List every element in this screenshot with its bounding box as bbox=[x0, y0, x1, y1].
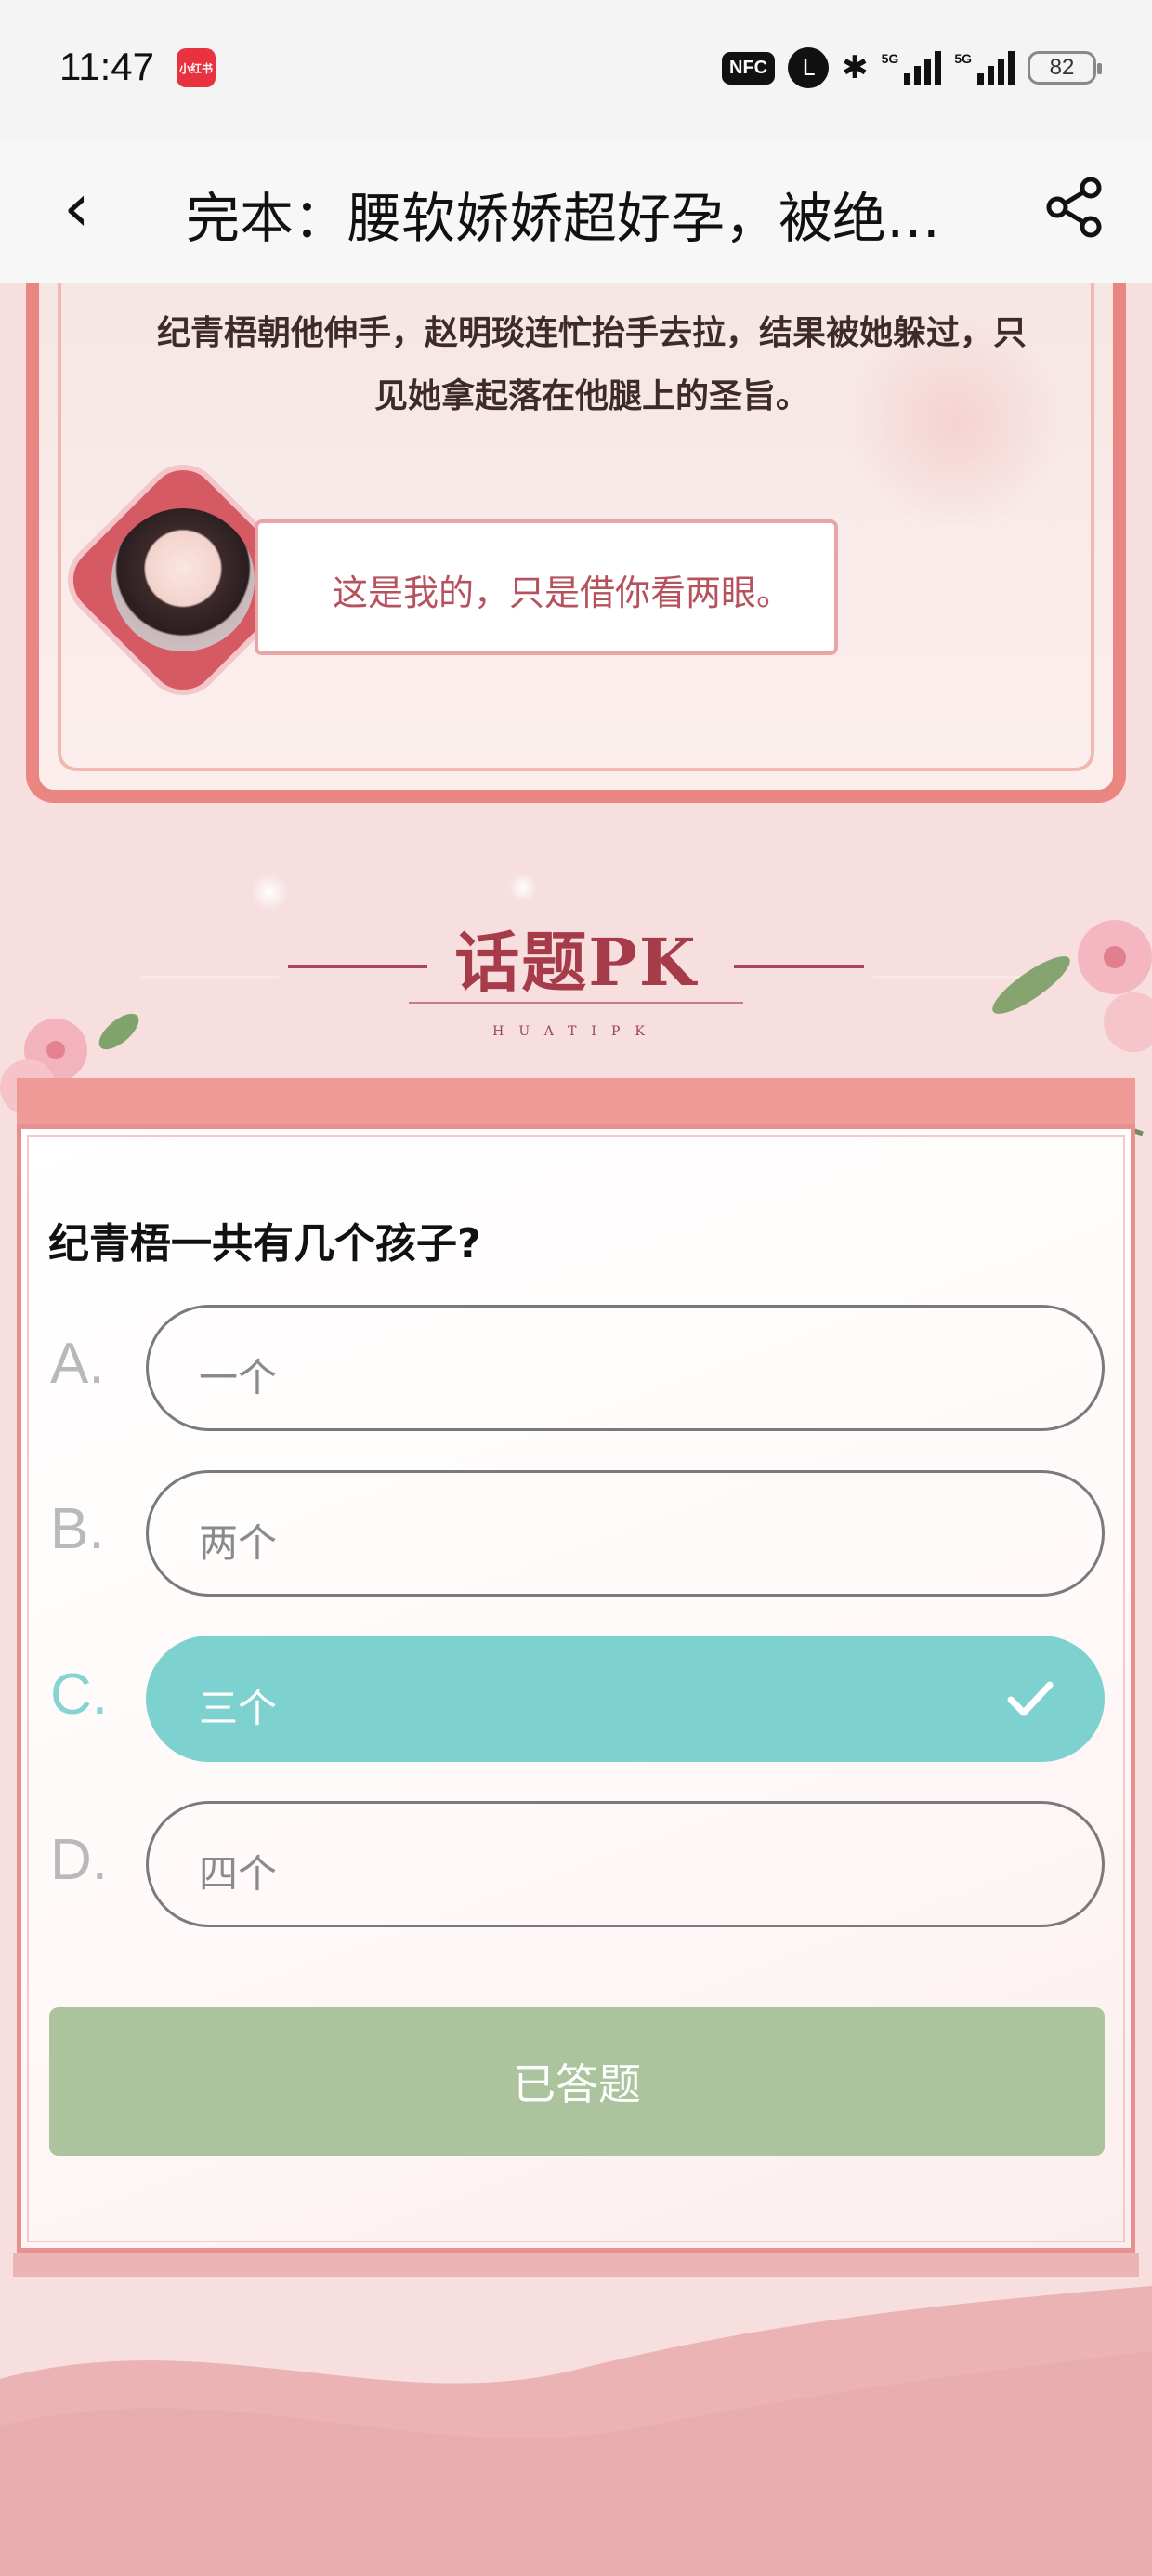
signal-icon-1: 5G bbox=[882, 51, 942, 85]
status-bar: 11:47 小红书 NFC L ✱ 5G 5G 82 bbox=[0, 0, 1152, 139]
back-icon[interactable]: ‹ bbox=[63, 165, 119, 249]
option-label: 四个 bbox=[199, 1851, 278, 1897]
share-icon[interactable] bbox=[1042, 175, 1107, 240]
bluetooth-icon: ✱ bbox=[842, 49, 869, 86]
decorative-line bbox=[409, 1002, 743, 1004]
dialogue-text: 这是我的，只是借你看两眼。 bbox=[333, 572, 792, 613]
option-d-button[interactable]: 四个 bbox=[146, 1801, 1105, 1927]
app-notification-icon: 小红书 bbox=[177, 48, 216, 87]
avatar bbox=[111, 508, 255, 651]
option-a-letter: A. bbox=[50, 1332, 105, 1396]
question-card-header bbox=[17, 1078, 1135, 1128]
answered-button[interactable]: 已答题 bbox=[49, 2007, 1105, 2156]
dialogue-bubble: 这是我的，只是借你看两眼。 bbox=[255, 519, 838, 655]
page-title: 完本：腰软娇娇超好孕，被绝… bbox=[186, 187, 941, 250]
option-d-letter: D. bbox=[50, 1828, 108, 1892]
signal-label: 5G bbox=[954, 51, 972, 66]
bottom-wave-decoration bbox=[0, 2286, 1152, 2576]
nfc-icon: NFC bbox=[722, 51, 776, 85]
signal-icon-2: 5G bbox=[954, 51, 1015, 85]
signal-label: 5G bbox=[881, 51, 899, 66]
option-label: 两个 bbox=[199, 1520, 278, 1566]
option-label: 一个 bbox=[199, 1355, 278, 1400]
option-b-button[interactable]: 两个 bbox=[146, 1470, 1105, 1597]
nav-bar: ‹ 完本：腰软娇娇超好孕，被绝… bbox=[0, 139, 1152, 283]
option-label: 三个 bbox=[199, 1686, 278, 1731]
status-time: 11:47 bbox=[59, 45, 154, 88]
alarm-icon: L bbox=[788, 47, 830, 88]
option-c-button[interactable]: 三个 bbox=[146, 1636, 1105, 1762]
option-b-letter: B. bbox=[50, 1497, 105, 1561]
check-icon bbox=[1007, 1681, 1054, 1716]
option-a-button[interactable]: 一个 bbox=[146, 1305, 1105, 1431]
story-narration: 纪青梧朝他伸手，赵明琰连忙抬手去拉，结果被她躲过，只见她拿起落在他腿上的圣旨。 bbox=[156, 313, 1027, 415]
question-text: 纪青梧一共有几个孩子? bbox=[48, 1220, 481, 1268]
option-c-letter: C. bbox=[50, 1663, 108, 1727]
story-panel: 纪青梧朝他伸手，赵明琰连忙抬手去拉，结果被她躲过，只见她拿起落在他腿上的圣旨。 … bbox=[26, 283, 1126, 803]
battery-icon: 82 bbox=[1028, 51, 1102, 85]
status-icons: NFC L ✱ 5G 5G 82 bbox=[722, 46, 1102, 89]
